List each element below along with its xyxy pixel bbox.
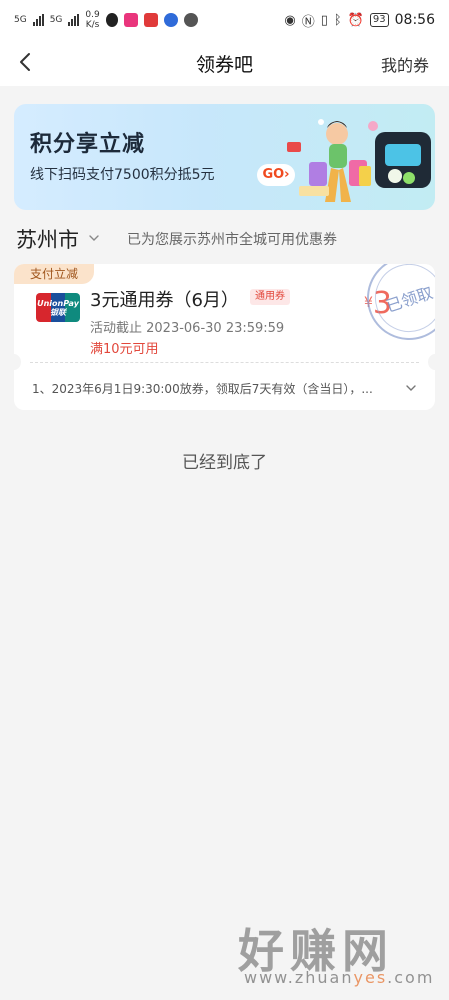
watermark-url-part: yes [353,968,388,987]
promo-banner[interactable]: 积分享立减 线下扫码支付7500积分抵5元 GO› [14,104,435,210]
watermark-url: www.zhuanyes.com [244,968,434,987]
signal-icon [68,14,80,26]
bluetooth-icon: ᛒ [333,12,342,28]
network-speed: 0.9 K/s [85,10,100,30]
end-of-list: 已经到底了 [182,453,267,473]
chevron-down-icon[interactable] [88,232,100,244]
eye-icon: ◉ [284,12,296,28]
coupon-tag: 支付立减 [14,264,94,284]
alarm-icon: ⏰ [347,12,364,28]
watermark-url-part: www.zhuan [244,968,354,987]
city-row: 苏州市 已为您展示苏州市全城可用优惠券 [0,218,449,258]
signal-icon [32,14,44,26]
banner-subtitle: 线下扫码支付7500积分抵5元 [30,167,215,183]
page-title: 领券吧 [195,53,253,76]
banner-title: 积分享立减 [30,132,146,157]
app-notification-icon [123,13,138,27]
unionpay-logo: UnionPay 银联 [36,293,80,322]
card-notch [14,354,21,370]
type-badge: 通用券 [250,289,290,305]
app-notification-icon [163,13,178,27]
nav-bar: 领券吧 我的券 [0,40,449,86]
coupon-name: 3元通用券（6月） [90,290,239,311]
expand-chevron-icon[interactable] [405,382,417,394]
chevron-left-icon [20,53,30,71]
shopping-illustration [287,119,431,202]
battery-icon: 93 [369,13,389,27]
clock: 08:56 [394,12,435,28]
sim1-label: 5G [14,14,27,25]
card-notch [428,354,435,370]
divider [30,362,419,363]
claimed-stamp: 已领取 [356,264,435,351]
coupon-card[interactable]: 支付立减 UnionPay 银联 3元通用券（6月） 通用券 活动截止 2023-… [14,264,435,410]
city-selector[interactable]: 苏州市 [16,224,79,254]
my-coupons-link[interactable]: 我的券 [381,52,429,76]
status-right: ◉ Ⓝ ▯ ᛒ ⏰ 93 08:56 [284,11,435,30]
app-notification-icon [105,13,118,27]
coupon-deadline: 活动截止 2023-06-30 23:59:59 [90,321,285,336]
logo-text: UnionPay [37,299,79,308]
back-button[interactable] [14,50,38,74]
nfc-icon: Ⓝ [301,14,315,30]
coupon-condition: 满10元可用 [90,342,159,357]
watermark-url-part: .com [387,968,435,987]
app-notification-icon [143,13,158,27]
city-note: 已为您展示苏州市全城可用优惠券 [127,232,337,248]
coupon-rule: 1、2023年6月1日9:30:00放券，领取后7天有效（含当日），... [32,382,373,396]
status-bar: 5G 5G 0.9 K/s ◉ Ⓝ ▯ ᛒ ⏰ 93 08:56 [0,0,449,40]
status-left: 5G 5G 0.9 K/s [14,10,198,30]
sim2-label: 5G [49,14,63,25]
vibrate-icon: ▯ [320,12,328,28]
logo-text: 银联 [50,308,66,317]
wechat-icon [183,13,198,27]
